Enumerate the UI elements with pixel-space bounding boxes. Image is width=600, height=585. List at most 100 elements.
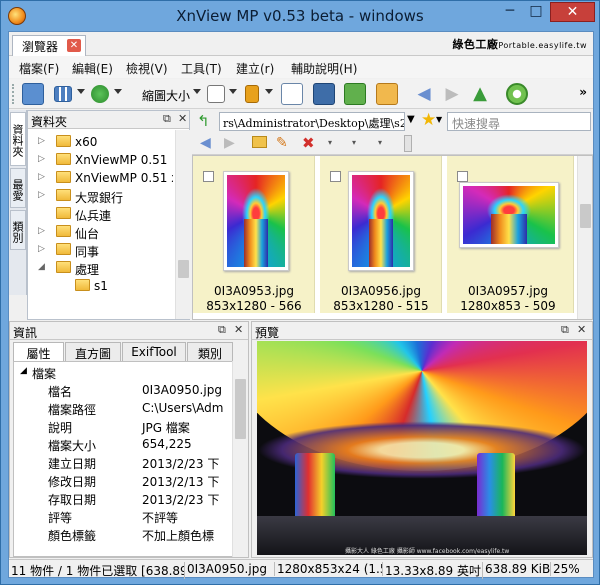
undock-icon[interactable]: ⧉ (218, 323, 226, 337)
property-row[interactable]: 說明 JPG 檔案 (14, 418, 234, 435)
menu-tools[interactable]: 工具(T) (181, 60, 222, 77)
thumbnail-image[interactable] (348, 171, 414, 271)
tree-item[interactable]: ◢ 處理 (28, 259, 173, 277)
filter-icon[interactable] (207, 85, 225, 103)
select-checkbox[interactable] (203, 171, 214, 182)
preview-image[interactable]: 攝影大人 綠色工廠 攝影師 www.facebook.com/easylife.… (257, 341, 587, 555)
thumbnail-image[interactable] (459, 182, 559, 248)
scrollbar-thumb[interactable] (235, 379, 246, 439)
expand-arrow-icon[interactable]: ▷ (38, 226, 45, 236)
minimize-button[interactable]: ─ (497, 2, 523, 22)
tree-item[interactable]: ▷ 大眾銀行 (28, 187, 173, 205)
close-button[interactable]: ✕ (550, 2, 595, 22)
toolbar-overflow-button[interactable]: » (579, 85, 587, 99)
select-checkbox[interactable] (457, 171, 468, 182)
tab-browser[interactable]: 瀏覽器 ✕ (12, 35, 86, 56)
expand-arrow-icon[interactable]: ▷ (38, 244, 45, 254)
side-tab-folders[interactable]: 資料夾 (10, 112, 26, 166)
folder-scrollbar[interactable] (175, 130, 190, 319)
go-up-icon[interactable]: ↰ (197, 112, 210, 130)
menu-edit[interactable]: 編輯(E) (72, 60, 113, 77)
maximize-button[interactable]: □ (523, 2, 549, 22)
section-header[interactable]: ◢ 檔案 (14, 364, 234, 381)
collapse-arrow-icon[interactable]: ◢ (38, 262, 45, 272)
tree-item[interactable]: ▷ 同事 (28, 241, 173, 259)
batch-rename-icon[interactable] (376, 83, 398, 105)
expand-arrow-icon[interactable]: ▷ (38, 190, 45, 200)
property-row[interactable]: 檔案路徑 C:\Users\Adm (14, 400, 234, 417)
sort-dropdown-icon[interactable] (114, 89, 122, 94)
close-tab-icon[interactable]: ✕ (67, 39, 81, 52)
rename-icon[interactable]: ✎ (276, 135, 288, 151)
batch-convert-icon[interactable] (344, 83, 366, 105)
undock-icon[interactable]: ⧉ (163, 112, 171, 126)
tree-item[interactable]: ▷ x60 (28, 133, 173, 151)
sort-icon[interactable] (91, 85, 109, 103)
collapse-arrow-icon[interactable]: ◢ (20, 366, 27, 376)
folder-tree-icon[interactable] (281, 83, 303, 105)
star-icon[interactable]: ★ (421, 110, 436, 130)
star-dropdown-icon[interactable]: ▼ (436, 115, 442, 124)
thumbnail-image[interactable] (223, 171, 289, 271)
toolbar-grip[interactable] (12, 84, 16, 104)
color-filter-icon[interactable]: ▾ (352, 138, 356, 147)
expand-arrow-icon[interactable]: ▷ (38, 172, 45, 182)
quick-search-input[interactable]: 快速搜尋 (447, 112, 591, 131)
property-row[interactable]: 修改日期 2013/2/13 下 (14, 472, 234, 489)
title-bar[interactable]: XnView MP v0.53 beta - windows ─ □ ✕ (1, 1, 599, 31)
expand-arrow-icon[interactable]: ▷ (38, 136, 45, 146)
menu-file[interactable]: 檔案(F) (19, 60, 59, 77)
property-row[interactable]: 顏色標籤 不加上顏色標 (14, 526, 234, 543)
property-row[interactable]: 檔名 0I3A0950.jpg (14, 382, 234, 399)
bookmark-dropdown-icon[interactable] (265, 89, 273, 94)
back-icon[interactable]: ◀ (200, 135, 211, 151)
property-row[interactable]: 檔案大小 654,225 (14, 436, 234, 453)
bookmark-icon[interactable] (245, 85, 259, 103)
rating-filter-icon[interactable]: ▾ (328, 138, 332, 147)
back-arrow-icon[interactable]: ◀ (413, 83, 435, 105)
refresh-icon[interactable] (506, 83, 528, 105)
tree-item[interactable]: 仏兵連 (28, 205, 173, 223)
delete-icon[interactable]: ✖ (302, 134, 315, 152)
expand-arrow-icon[interactable]: ▷ (38, 154, 45, 164)
tab-properties[interactable]: 屬性 (13, 342, 64, 361)
capture-icon[interactable] (313, 83, 335, 105)
thumbnail-size-label[interactable]: 縮圖大小 (142, 87, 190, 104)
filter-dropdown-icon[interactable] (229, 89, 237, 94)
tree-item[interactable]: ▷ XnViewMP 0.51 x (28, 169, 173, 187)
close-pane-icon[interactable]: ✕ (234, 323, 243, 336)
forward-icon[interactable]: ▶ (224, 135, 235, 151)
thumbnail-item[interactable]: 0I3A0956.jpg 853x1280 - 515 (320, 156, 442, 313)
fullscreen-icon[interactable] (22, 83, 44, 105)
scrollbar-thumb[interactable] (580, 204, 591, 228)
view-mode-icon[interactable] (54, 86, 72, 102)
tab-exiftool[interactable]: ExifTool (122, 342, 186, 361)
tab-categories[interactable]: 類別 (187, 342, 233, 361)
tree-item[interactable]: ▷ 仙台 (28, 223, 173, 241)
scrollbar-thumb[interactable] (178, 260, 189, 278)
menu-create[interactable]: 建立(r) (236, 60, 274, 77)
thumbnail-size-dropdown-icon[interactable] (193, 89, 201, 94)
view-mode-dropdown-icon[interactable] (77, 89, 85, 94)
sort-filter-icon[interactable]: ▾ (378, 138, 382, 147)
properties-scrollbar[interactable] (232, 361, 247, 557)
tab-histogram[interactable]: 直方圖 (65, 342, 121, 361)
address-input[interactable]: rs\Administrator\Desktop\處理\s2\ (219, 112, 405, 131)
new-folder-icon[interactable] (252, 136, 267, 148)
thumbnail-item[interactable]: 0I3A0957.jpg 1280x853 - 509 (447, 156, 574, 313)
property-row[interactable]: 評等 不評等 (14, 508, 234, 525)
thumbnail-item[interactable]: 0I3A0953.jpg 853x1280 - 566 (193, 156, 315, 313)
address-dropdown-icon[interactable]: ▼ (407, 114, 415, 125)
side-tab-categories[interactable]: 類別 (10, 210, 26, 250)
property-row[interactable]: 存取日期 2013/2/23 下 (14, 490, 234, 507)
up-folder-icon[interactable]: ▲ (469, 83, 491, 105)
menu-help[interactable]: 輔助說明(H) (291, 60, 357, 77)
tree-item[interactable]: s1 (28, 277, 173, 295)
select-checkbox[interactable] (330, 171, 341, 182)
close-pane-icon[interactable]: ✕ (178, 112, 187, 125)
thumbnail-scrollbar[interactable] (577, 156, 592, 319)
side-tab-favorites[interactable]: 最愛 (10, 168, 26, 208)
close-pane-icon[interactable]: ✕ (577, 323, 586, 336)
menu-view[interactable]: 檢視(V) (126, 60, 168, 77)
undock-icon[interactable]: ⧉ (561, 323, 569, 337)
